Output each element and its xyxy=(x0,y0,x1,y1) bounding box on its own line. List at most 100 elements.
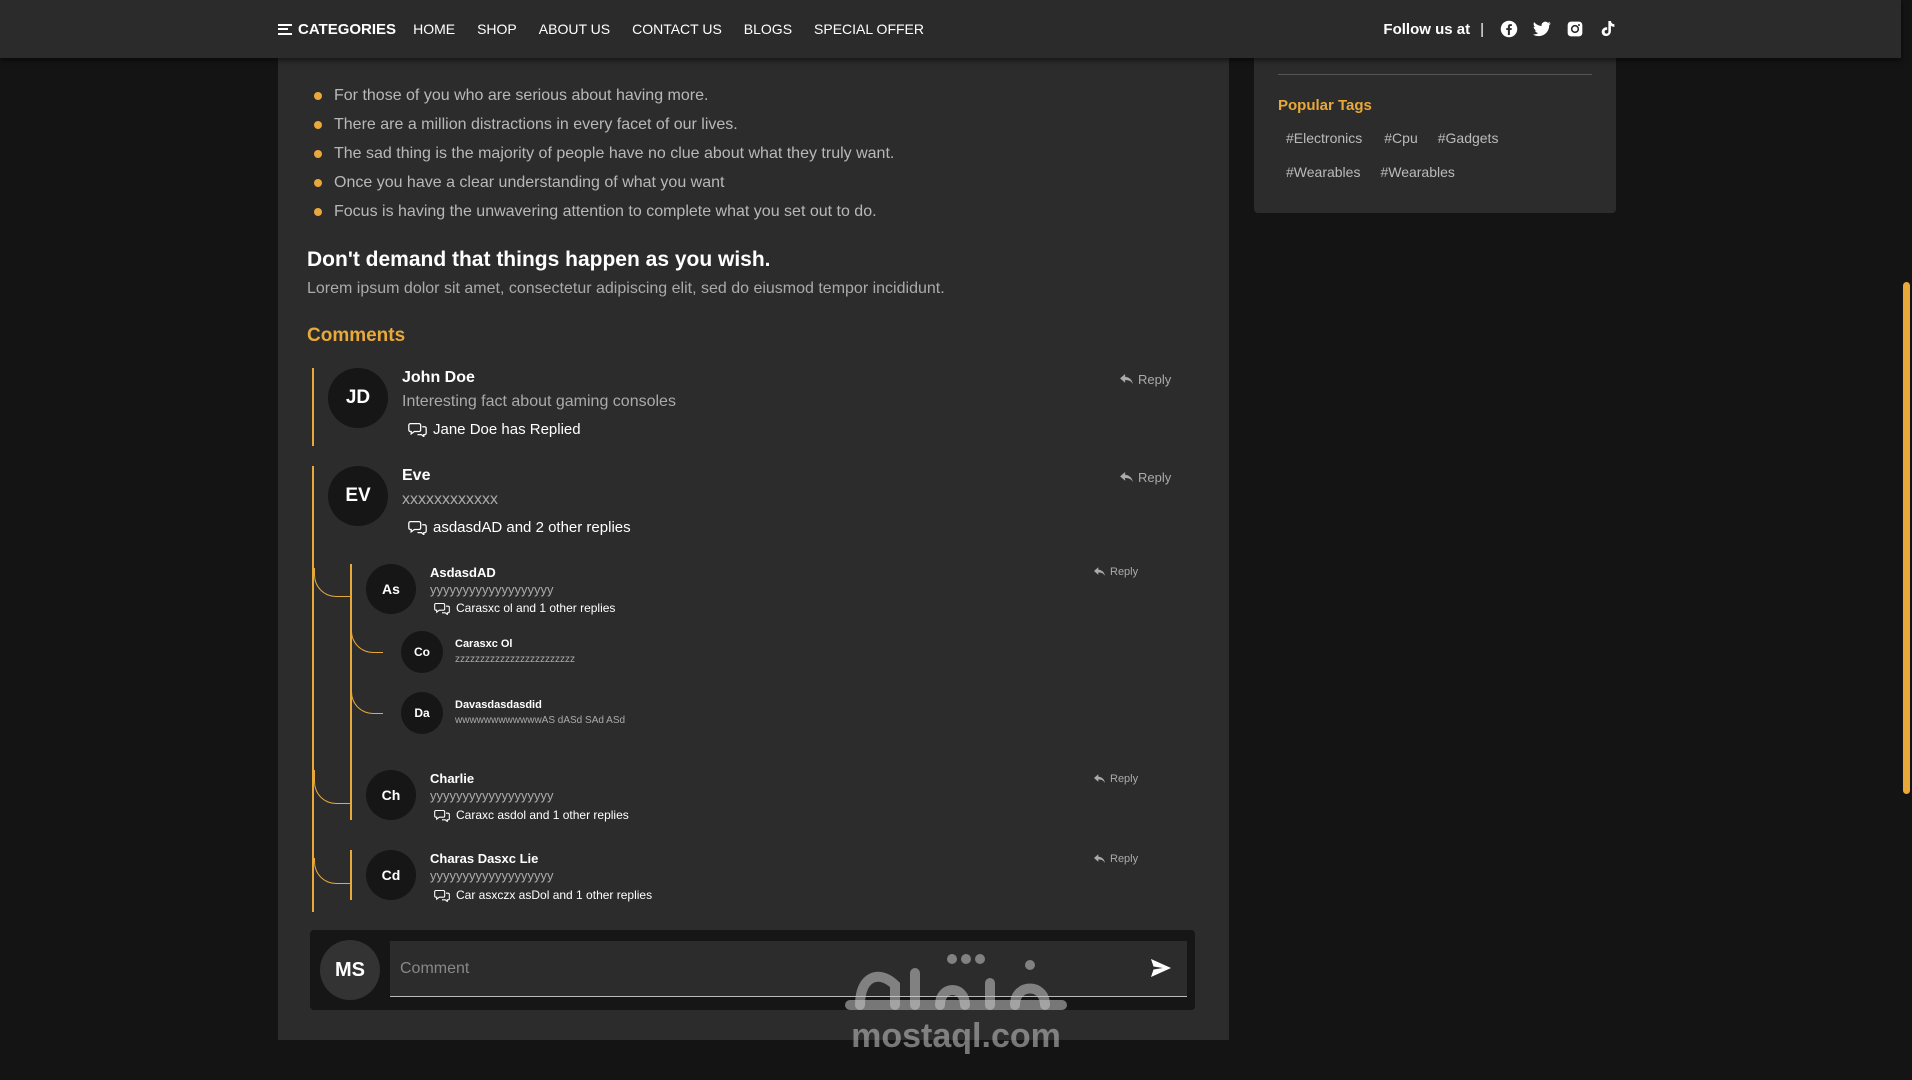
tag-electronics[interactable]: #Electronics xyxy=(1278,128,1370,148)
list-item: The sad thing is the majority of people … xyxy=(312,144,894,173)
reply-button[interactable]: Reply xyxy=(1094,773,1138,785)
nav-link-about-us[interactable]: ABOUT US xyxy=(539,21,610,37)
replies-summary: Carasxc ol and 1 other replies xyxy=(456,601,616,615)
article-paragraph: Lorem ipsum dolor sit amet, consectetur … xyxy=(307,280,945,297)
reply-arrow-icon xyxy=(1094,854,1105,863)
current-user-avatar: MS xyxy=(320,940,380,1000)
comment-author: Davasdasdasdid xyxy=(455,699,542,711)
avatar: Cd xyxy=(366,850,416,900)
twitter-icon[interactable] xyxy=(1531,19,1552,40)
tag-list: #Electronics #Cpu #Gadgets #Wearables #W… xyxy=(1278,128,1598,182)
reply-connector xyxy=(314,770,350,804)
comment-author: John Doe xyxy=(402,369,475,386)
avatar: Ch xyxy=(366,770,416,820)
reply-button[interactable]: Reply xyxy=(1120,470,1171,485)
comment-author: Charas Dasxc Lie xyxy=(430,851,539,866)
top-navbar: CATEGORIES HOME SHOP ABOUT US CONTACT US… xyxy=(0,0,1901,58)
list-item: For those of you who are serious about h… xyxy=(312,86,894,115)
watermark-url: mostaql.com xyxy=(851,1017,1061,1055)
tag-wearables[interactable]: #Wearables xyxy=(1278,162,1368,182)
reply-arrow-icon xyxy=(1094,567,1105,576)
nav-link-shop[interactable]: SHOP xyxy=(477,21,517,37)
chat-bubbles-icon xyxy=(434,889,450,902)
reply-label: Reply xyxy=(1138,470,1172,485)
comment-text: yyyyyyyyyyyyyyyyyyy xyxy=(430,788,554,803)
reply-label: Reply xyxy=(1138,372,1172,387)
reply-arrow-icon xyxy=(1094,774,1105,783)
nav-link-contact-us[interactable]: CONTACT US xyxy=(632,21,722,37)
view-replies-button[interactable]: Caraxc asdol and 1 other replies xyxy=(434,808,629,822)
comment-author: Charlie xyxy=(430,771,475,786)
comment-text: zzzzzzzzzzzzzzzzzzzzzzzz xyxy=(455,654,575,665)
comment-author: Carasxc Ol xyxy=(455,638,513,650)
article-panel: For those of you who are serious about h… xyxy=(278,58,1229,1040)
view-replies-button[interactable]: Carasxc ol and 1 other replies xyxy=(434,601,615,615)
send-icon[interactable] xyxy=(1151,959,1171,979)
watermark-logo: mostaql.com xyxy=(840,945,1080,1060)
view-replies-button[interactable]: asdasdAD and 2 other replies xyxy=(408,519,631,536)
nav-link-home[interactable]: HOME xyxy=(413,21,455,37)
follow-us: Follow us at | xyxy=(1383,19,1618,40)
chat-bubbles-icon xyxy=(408,422,427,437)
avatar: EV xyxy=(328,466,388,526)
comments-title: Comments xyxy=(307,325,406,346)
thread-line xyxy=(350,850,352,900)
hamburger-menu-icon xyxy=(278,23,292,35)
reply-connector xyxy=(351,678,383,714)
page-scrollbar[interactable] xyxy=(1901,0,1912,1080)
categories-label: CATEGORIES xyxy=(298,20,397,38)
list-item: There are a million distractions in ever… xyxy=(312,115,894,144)
list-item: Focus is having the unwavering attention… xyxy=(312,202,894,231)
tag-gadgets[interactable]: #Gadgets xyxy=(1430,128,1507,148)
reply-connector xyxy=(314,568,350,597)
sidebar-divider xyxy=(1278,74,1592,75)
sidebar-panel: Popular Tags #Electronics #Cpu #Gadgets … xyxy=(1254,58,1616,213)
view-replies-button[interactable]: Jane Doe has Replied xyxy=(408,421,581,438)
replies-summary: asdasdAD and 2 other replies xyxy=(433,519,631,536)
nav-link-special-offer[interactable]: SPECIAL OFFER xyxy=(814,21,924,37)
chat-bubbles-icon xyxy=(434,602,450,615)
popular-tags-title: Popular Tags xyxy=(1278,97,1372,114)
thread-line xyxy=(312,466,314,912)
categories-menu-button[interactable]: CATEGORIES xyxy=(278,21,396,38)
reply-button[interactable]: Reply xyxy=(1120,372,1171,387)
facebook-icon[interactable] xyxy=(1498,19,1519,40)
view-replies-button[interactable]: Car asxczx asDol and 1 other replies xyxy=(434,888,652,902)
reply-arrow-icon xyxy=(1120,374,1133,385)
reply-label: Reply xyxy=(1110,773,1139,785)
replies-summary: Caraxc asdol and 1 other replies xyxy=(456,808,629,822)
tag-wearables[interactable]: #Wearables xyxy=(1372,162,1462,182)
tag-cpu[interactable]: #Cpu xyxy=(1376,128,1425,148)
avatar: As xyxy=(366,564,416,614)
comment-author: AsdasdAD xyxy=(430,565,496,580)
reply-button[interactable]: Reply xyxy=(1094,566,1138,578)
scrollbar-thumb[interactable] xyxy=(1903,282,1910,794)
replies-summary: Car asxczx asDol and 1 other replies xyxy=(456,888,653,902)
reply-button[interactable]: Reply xyxy=(1094,853,1138,865)
chat-bubbles-icon xyxy=(408,520,427,535)
nav-link-blogs[interactable]: BLOGS xyxy=(744,21,792,37)
follow-label: Follow us at xyxy=(1383,20,1471,38)
follow-separator: | xyxy=(1480,20,1484,38)
avatar: JD xyxy=(328,368,388,428)
avatar: Da xyxy=(401,692,443,734)
comment-text: wwwwwwwwwwwwAS dASd SAd ASd xyxy=(455,715,626,726)
watermark-arabic-logo xyxy=(845,954,1067,1010)
instagram-icon[interactable] xyxy=(1564,19,1585,40)
comment-text: yyyyyyyyyyyyyyyyyyy xyxy=(430,868,554,883)
comment-text: Interesting fact about gaming consoles xyxy=(402,393,676,410)
reply-label: Reply xyxy=(1110,853,1139,865)
comment-text: xxxxxxxxxxxx xyxy=(402,491,498,508)
reply-connector xyxy=(314,858,350,884)
thread-line xyxy=(312,368,314,446)
replies-summary: Jane Doe has Replied xyxy=(433,421,581,438)
comment-author: Eve xyxy=(402,467,431,484)
chat-bubbles-icon xyxy=(434,809,450,822)
thread-line xyxy=(350,770,352,820)
avatar: Co xyxy=(401,631,443,673)
tiktok-icon[interactable] xyxy=(1597,19,1618,40)
article-bullet-list: For those of you who are serious about h… xyxy=(312,86,894,231)
main-nav: HOME SHOP ABOUT US CONTACT US BLOGS SPEC… xyxy=(413,21,924,37)
comment-text: yyyyyyyyyyyyyyyyyyy xyxy=(430,582,554,597)
list-item: Once you have a clear understanding of w… xyxy=(312,173,894,202)
